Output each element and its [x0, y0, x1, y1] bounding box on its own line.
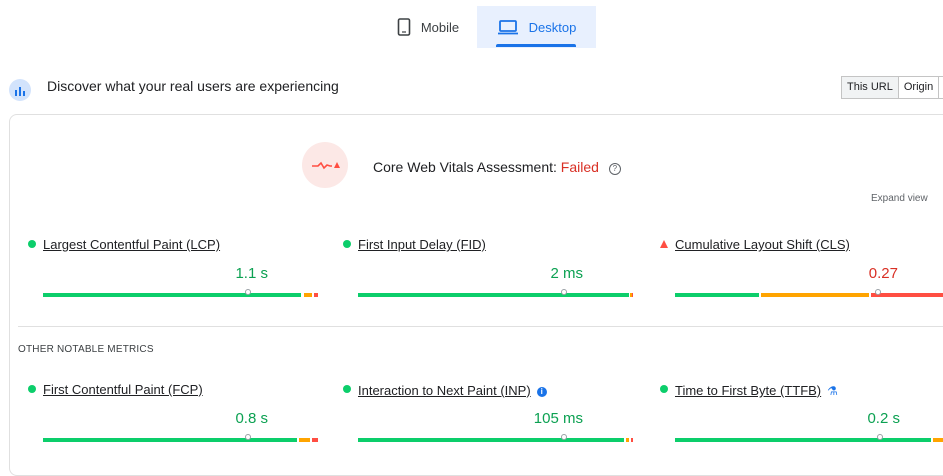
- metric-inp-p75-marker: [561, 434, 567, 440]
- metric-ttfb-name[interactable]: Time to First Byte (TTFB): [675, 383, 821, 398]
- metric-fcp-p75-marker: [245, 434, 251, 440]
- section-divider: [18, 326, 943, 327]
- assessment-status: Failed: [560, 159, 599, 175]
- metric-cls-name[interactable]: Cumulative Layout Shift (CLS): [675, 237, 850, 252]
- metric-lcp-value: 1.1 s: [235, 265, 268, 282]
- metric-fid-p75-marker: [561, 289, 567, 295]
- metric-inp-value: 105 ms: [533, 410, 583, 427]
- poor-status-icon: [660, 240, 668, 248]
- metric-fid-value: 2 ms: [550, 265, 583, 282]
- metric-fid-name[interactable]: First Input Delay (FID): [358, 237, 486, 252]
- metric-fcp-value: 0.8 s: [235, 410, 268, 427]
- laptop-icon: [497, 20, 518, 35]
- smartphone-icon: [397, 18, 411, 36]
- help-icon[interactable]: ?: [608, 163, 621, 175]
- metric-inp-header: Interaction to Next Paint (INP) i: [358, 382, 547, 400]
- toggle-this-url[interactable]: This URL: [842, 77, 899, 98]
- metric-lcp-name[interactable]: Largest Contentful Paint (LCP): [43, 237, 220, 252]
- tab-desktop-label: Desktop: [528, 19, 577, 35]
- flask-icon[interactable]: ⚗: [827, 384, 838, 398]
- assessment-failed-icon: [302, 142, 348, 188]
- metric-fcp-distribution-bar: [43, 438, 318, 442]
- metric-inp-distribution-bar: [358, 438, 633, 442]
- other-metrics-heading: OTHER NOTABLE METRICS: [18, 344, 154, 355]
- good-status-icon: [343, 385, 351, 393]
- tab-desktop[interactable]: Desktop: [477, 6, 596, 48]
- good-status-icon: [28, 385, 36, 393]
- metric-lcp-p75-marker: [245, 289, 251, 295]
- active-tab-indicator: [496, 44, 576, 47]
- expand-view-link[interactable]: Expand view: [871, 193, 928, 204]
- metric-cls-value: 0.27: [868, 265, 898, 282]
- good-status-icon: [28, 240, 36, 248]
- metric-fid-distribution-bar: [358, 293, 633, 297]
- good-status-icon: [660, 385, 668, 393]
- metric-cls-distribution-bar: [675, 293, 943, 297]
- tab-mobile-label: Mobile: [420, 19, 460, 35]
- url-origin-toggle[interactable]: This URL Origin: [841, 76, 943, 99]
- metric-fcp-name[interactable]: First Contentful Paint (FCP): [43, 382, 203, 397]
- section-title: Discover what your real users are experi…: [47, 78, 339, 94]
- good-status-icon: [343, 240, 351, 248]
- metric-ttfb-distribution-bar: [675, 438, 943, 442]
- metric-inp-name[interactable]: Interaction to Next Paint (INP): [358, 383, 531, 398]
- assessment-heading: Core Web Vitals Assessment: Failed ?: [373, 159, 621, 175]
- metric-cls-p75-marker: [875, 289, 881, 295]
- assessment-label: Core Web Vitals Assessment:: [373, 159, 557, 175]
- crux-logo-icon: [9, 79, 31, 101]
- metric-ttfb-header: Time to First Byte (TTFB) ⚗: [675, 382, 838, 400]
- tab-mobile[interactable]: Mobile: [380, 6, 476, 48]
- toggle-origin[interactable]: Origin: [899, 77, 940, 98]
- info-icon[interactable]: i: [536, 387, 547, 397]
- metric-lcp-distribution-bar: [43, 293, 318, 297]
- metric-ttfb-p75-marker: [877, 434, 883, 440]
- metric-ttfb-value: 0.2 s: [867, 410, 900, 427]
